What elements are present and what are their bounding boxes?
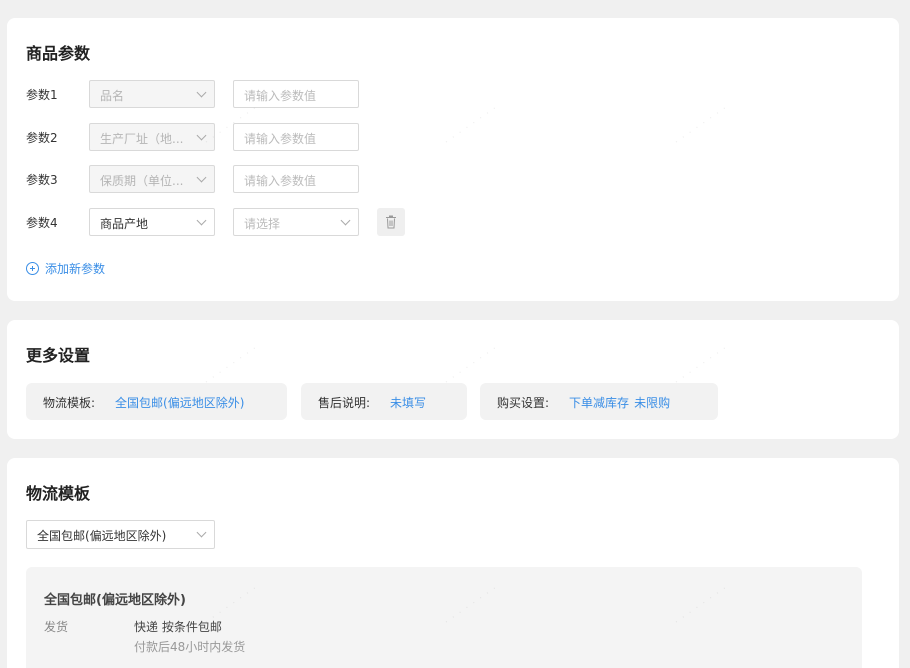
trash-icon — [386, 215, 396, 229]
aftersale-setting-pill[interactable]: 售后说明: 未填写 — [301, 383, 467, 420]
param-row-1: 参数1 品名 请输入参数值 — [26, 80, 426, 108]
param-label: 参数3 — [26, 173, 58, 187]
chevron-down-icon — [196, 130, 207, 141]
chevron-down-icon — [196, 215, 207, 226]
param-name-text: 商品产地 — [100, 217, 149, 231]
param-label: 参数2 — [26, 131, 58, 145]
logistics-value-link[interactable]: 全国包邮(偏远地区除外) — [115, 396, 244, 410]
param-name-text: 生产厂址（地... — [100, 132, 184, 146]
aftersale-value-link[interactable]: 未填写 — [390, 396, 426, 410]
param-name-text: 保质期（单位... — [100, 174, 184, 188]
aftersale-key: 售后说明: — [318, 396, 371, 410]
param-row-3: 参数3 保质期（单位... 请输入参数值 — [26, 165, 426, 193]
ship-key: 发货 — [44, 620, 69, 634]
logistics-key: 物流模板: — [43, 396, 96, 410]
param-value-select[interactable]: 请选择 — [233, 208, 359, 236]
purchase-setting-pill[interactable]: 购买设置: 下单减库存 未限购 — [480, 383, 718, 420]
param-row-4: 参数4 商品产地 请选择 — [26, 208, 426, 236]
purchase-value-link-1[interactable]: 下单减库存 — [569, 396, 629, 410]
more-settings-card: 更多设置 物流模板: 全国包邮(偏远地区除外) 售后说明: 未填写 购买设置: 下单减… — [7, 320, 899, 439]
chevron-down-icon — [196, 527, 207, 538]
param-row-2: 参数2 生产厂址（地... 请输入参数值 — [26, 123, 426, 151]
param-value-placeholder: 请选择 — [244, 217, 281, 231]
add-param-label: 添加新参数 — [45, 262, 106, 276]
chevron-down-icon — [196, 172, 207, 183]
logistics-template-select[interactable]: 全国包邮(偏远地区除外) — [26, 520, 215, 549]
logistics-template-detail: 全国包邮(偏远地区除外) 发货 快递 按条件包邮 付款后48小时内发货 — [26, 567, 862, 668]
params-title: 商品参数 — [26, 44, 91, 63]
plus-circle-icon — [26, 262, 39, 275]
param-name-text: 品名 — [100, 89, 125, 103]
param-name-select[interactable]: 商品产地 — [89, 208, 215, 236]
logistics-template-title: 物流模板 — [26, 484, 91, 503]
param-value-input[interactable]: 请输入参数值 — [233, 80, 359, 108]
ship-time: 付款后48小时内发货 — [134, 640, 246, 654]
purchase-key: 购买设置: — [497, 396, 550, 410]
param-name-select[interactable]: 品名 — [89, 80, 215, 108]
ship-method: 快递 按条件包邮 — [134, 620, 222, 634]
add-param-link[interactable]: 添加新参数 — [26, 260, 105, 277]
more-settings-title: 更多设置 — [26, 346, 91, 365]
param-name-select[interactable]: 生产厂址（地... — [89, 123, 215, 151]
delete-param-button[interactable] — [377, 208, 405, 236]
param-label: 参数4 — [26, 216, 58, 230]
param-value-input[interactable]: 请输入参数值 — [233, 165, 359, 193]
template-name: 全国包邮(偏远地区除外) — [44, 593, 186, 608]
chevron-down-icon — [340, 215, 351, 226]
param-label: 参数1 — [26, 88, 58, 102]
param-name-select[interactable]: 保质期（单位... — [89, 165, 215, 193]
params-card: 商品参数 参数1 品名 请输入参数值 参数2 生产厂址（地... 请输入参数值 … — [7, 18, 899, 301]
chevron-down-icon — [196, 87, 207, 98]
logistics-setting-pill[interactable]: 物流模板: 全国包邮(偏远地区除外) — [26, 383, 287, 420]
logistics-template-card: 物流模板 全国包邮(偏远地区除外) 全国包邮(偏远地区除外) 发货 快递 按条件… — [7, 458, 899, 668]
purchase-value-link-2[interactable]: 未限购 — [634, 396, 670, 410]
logistics-template-selected: 全国包邮(偏远地区除外) — [37, 529, 167, 543]
param-value-input[interactable]: 请输入参数值 — [233, 123, 359, 151]
